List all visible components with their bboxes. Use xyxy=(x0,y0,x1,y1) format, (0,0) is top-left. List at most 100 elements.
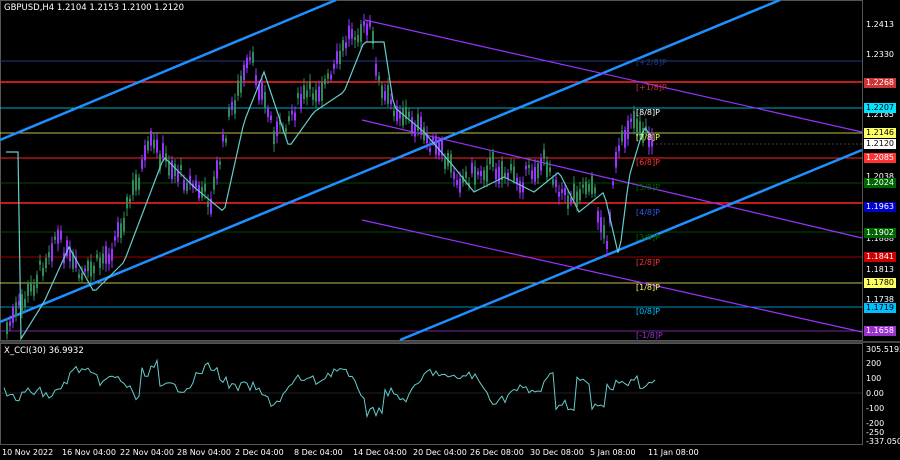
candle-body xyxy=(486,165,488,182)
cci-axis-0: 0.00 xyxy=(866,389,884,398)
candle-body xyxy=(78,274,80,279)
price-tag-1-1658: 1.1658 xyxy=(864,326,896,336)
murray-label-7-8: [7/8]P xyxy=(636,133,660,142)
candle-body xyxy=(576,191,578,207)
candle-body xyxy=(552,179,554,185)
candle-body xyxy=(381,85,383,98)
price-tag-1-2268: 1.2268 xyxy=(864,78,896,88)
candle-body xyxy=(138,177,140,190)
candle-body xyxy=(375,63,377,76)
murray-label-3-8: [3/8]P xyxy=(636,233,660,242)
candle-body xyxy=(360,24,362,42)
candle-body xyxy=(156,139,158,153)
time-label-9: 30 Dec 08:00 xyxy=(530,448,584,457)
candle-body xyxy=(411,117,413,133)
candle-body xyxy=(414,125,416,137)
time-label-8: 26 Dec 08:00 xyxy=(470,448,524,457)
murray-label-6-8: [6/8]P xyxy=(636,158,660,167)
candle-body xyxy=(354,37,356,41)
candle-body xyxy=(444,157,446,170)
candle-body xyxy=(117,222,119,238)
candle-body xyxy=(471,162,473,174)
price-tag-1-1902: 1.1902 xyxy=(864,228,896,238)
candle-body xyxy=(123,217,125,232)
candle-body xyxy=(387,85,389,104)
trading-chart-window[interactable]: GBPUSD,H4 1.2104 1.2153 1.2100 1.2120 X_… xyxy=(0,0,900,460)
candle-body xyxy=(357,35,359,43)
candle-body xyxy=(618,145,620,152)
candle-body xyxy=(345,42,347,49)
candle-body xyxy=(186,182,188,192)
candle-body xyxy=(48,252,50,258)
candle-body xyxy=(321,81,323,101)
time-label-2: 22 Nov 04:00 xyxy=(120,448,174,457)
candle-body xyxy=(174,163,176,177)
candle-body xyxy=(102,253,104,264)
murray-label-minus-1-8: [-1/8]P xyxy=(636,331,663,340)
candle-body xyxy=(21,294,23,313)
candle-body xyxy=(207,201,209,208)
candle-body xyxy=(330,74,332,80)
cci-line xyxy=(3,358,656,419)
candle-body xyxy=(273,131,275,145)
candle-body xyxy=(489,157,491,164)
candle-body xyxy=(564,188,566,196)
candle-body xyxy=(270,115,272,121)
time-label-0: 10 Nov 2022 xyxy=(2,448,54,457)
candle-body xyxy=(378,75,380,81)
candle-body xyxy=(51,243,53,262)
candle-body xyxy=(45,257,47,269)
candle-body xyxy=(534,166,536,182)
candle-body xyxy=(144,145,146,161)
candle-body xyxy=(519,181,521,193)
price-chart[interactable] xyxy=(0,0,900,460)
price-tag-1-1719: 1.1719 xyxy=(864,303,896,313)
trend-line-upper xyxy=(364,19,863,133)
candle-body xyxy=(588,184,590,192)
candle-body xyxy=(153,139,155,149)
candle-body xyxy=(195,180,197,188)
price-tag-1-2146: 1.2146 xyxy=(864,128,896,138)
candle-body xyxy=(510,164,512,171)
candle-body xyxy=(108,254,110,264)
candle-body xyxy=(264,92,266,108)
candle-body xyxy=(585,181,587,194)
candle-body xyxy=(12,307,14,323)
candle-body xyxy=(333,64,335,69)
price-panel-border xyxy=(0,0,863,341)
candle-body xyxy=(84,268,86,272)
candle-body xyxy=(135,174,137,191)
murray-label-plus-1-8: [+1/8]P xyxy=(636,83,667,92)
candle-body xyxy=(6,322,8,335)
candle-body xyxy=(555,179,557,187)
candle-body xyxy=(141,159,143,169)
candle-body xyxy=(594,187,596,194)
candle-body xyxy=(633,110,635,129)
candle-body xyxy=(600,217,602,233)
candle-body xyxy=(183,180,185,191)
candle-body xyxy=(99,257,101,268)
candle-body xyxy=(561,189,563,193)
candle-body xyxy=(81,273,83,280)
candle-body xyxy=(216,160,218,179)
candle-body xyxy=(15,302,17,317)
candle-body xyxy=(171,160,173,179)
candle-body xyxy=(240,75,242,93)
candle-body xyxy=(180,164,182,171)
candle-body xyxy=(288,116,290,122)
candle-body xyxy=(249,57,251,61)
candle-body xyxy=(453,171,455,179)
candle-body xyxy=(528,164,530,169)
candle-body xyxy=(33,285,35,296)
candle-body xyxy=(432,137,434,141)
candle-body xyxy=(363,20,365,26)
candle-body xyxy=(294,112,296,121)
price-tag-1-2085: 1.2085 xyxy=(864,153,896,163)
candle-body xyxy=(225,138,227,143)
candle-body xyxy=(90,261,92,277)
candle-body xyxy=(93,265,95,274)
candle-body xyxy=(546,161,548,178)
price-tag-1-2024: 1.2024 xyxy=(864,178,896,188)
candle-body xyxy=(213,176,215,190)
time-label-10: 5 Jan 08:00 xyxy=(590,448,636,457)
